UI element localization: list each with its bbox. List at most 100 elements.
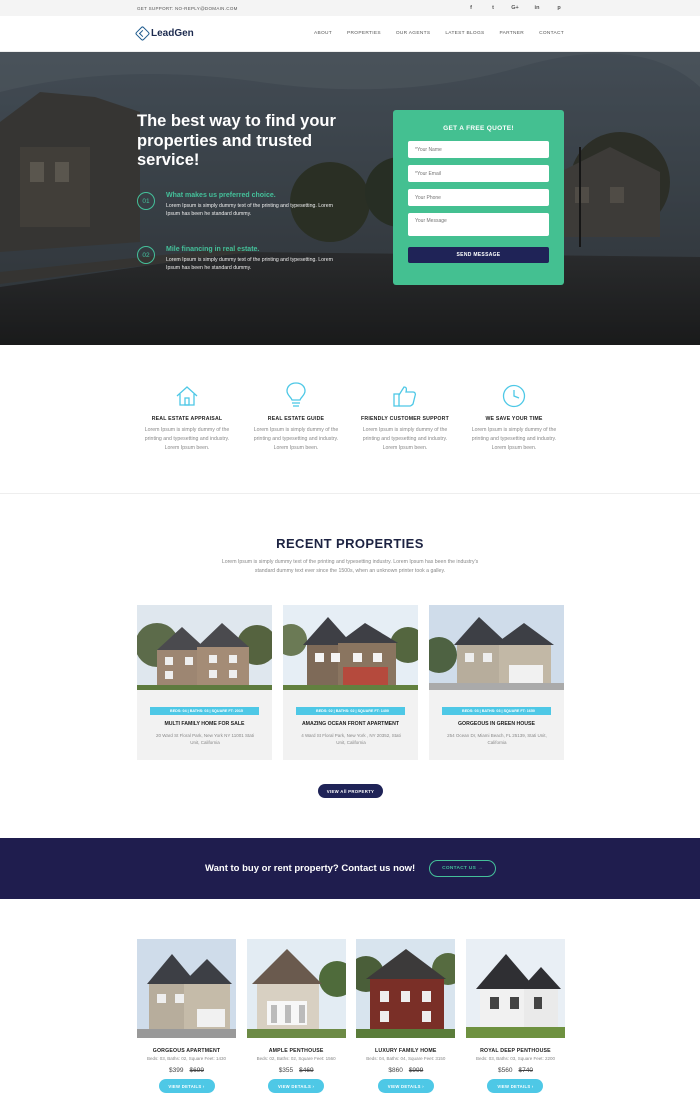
nav-item-our-agents[interactable]: OUR AGENTS	[396, 31, 430, 36]
property-image[interactable]	[283, 605, 418, 690]
hero-background-image	[0, 52, 700, 345]
listing-card: ROYAL DEEP PENTHOUSE Beds: 03, Baths: 03…	[465, 939, 565, 1093]
quote-form: GET A FREE QUOTE! SEND MESSAGE	[393, 110, 564, 285]
services-section: REAL ESTATE APPRAISAL Lorem Ipsum is sim…	[137, 378, 564, 453]
service-title: REAL ESTATE APPRAISAL	[151, 416, 223, 422]
nav-item-latest-blogs[interactable]: LATEST BLOGS	[445, 31, 484, 36]
view-details-button[interactable]: VIEW DETAILS ›	[268, 1079, 325, 1093]
linkedin-icon[interactable]: in	[533, 5, 541, 11]
feature-number: 02	[137, 246, 155, 264]
cta-text: Want to buy or rent property? Contact us…	[205, 863, 416, 874]
recent-properties-subtitle: Lorem Ipsum is simply dummy text of the …	[221, 559, 479, 574]
view-all-property-button[interactable]: VIEW All PROPERTY	[318, 784, 383, 798]
listing-details: Beds: 03, Baths: 03, Square Feet: 2200	[475, 1056, 555, 1061]
current-price: $560	[498, 1067, 513, 1074]
property-image[interactable]	[429, 605, 564, 690]
main-nav: LeadGen ABOUT PROPERTIES OUR AGENTS LATE…	[0, 16, 700, 52]
listing-details: Beds: 02, Baths: 02, Square Feet: 1560	[256, 1056, 336, 1061]
listing-card: GORGEOUS APARTMENT Beds: 03, Baths: 02, …	[137, 939, 236, 1093]
property-image[interactable]	[137, 605, 272, 690]
property-card[interactable]: BEDS: 03 | BATHS: 03 | SQUARE FT: 1650 G…	[429, 605, 564, 760]
service-title: WE SAVE YOUR TIME	[485, 416, 543, 422]
listing-title[interactable]: AMPLE PENTHOUSE	[247, 1048, 346, 1054]
logo-text: LeadGen	[151, 28, 194, 39]
google-plus-icon[interactable]: G+	[511, 5, 519, 11]
name-field[interactable]	[408, 141, 549, 158]
property-spec-bar: BEDS: 04 | BATHS: 03 | SQUARE FT: 2015	[150, 707, 259, 715]
message-field[interactable]	[408, 213, 549, 236]
service-item: REAL ESTATE GUIDE Lorem Ipsum is simply …	[246, 378, 346, 453]
listing-title[interactable]: GORGEOUS APARTMENT	[137, 1048, 236, 1054]
property-spec-bar: BEDS: 02 | BATHS: 02 | SQUARE FT: 1400	[296, 707, 405, 715]
support-email[interactable]: GET SUPPORT: NO-REPLY@DOMAIN.COM	[137, 6, 238, 11]
feature-title: What makes us preferred choice.	[166, 192, 276, 199]
featured-listings: GORGEOUS APARTMENT Beds: 03, Baths: 02, …	[137, 939, 565, 1093]
feature-description: Lorem Ipsum is simply dummy text of the …	[166, 203, 333, 217]
service-title: REAL ESTATE GUIDE	[267, 416, 325, 422]
thumbs-up-icon	[355, 378, 455, 408]
property-address: 4 Ward St Floral Park, New York , NY 203…	[301, 733, 401, 745]
service-description: Lorem Ipsum is simply dummy of the print…	[362, 427, 448, 451]
listing-details: Beds: 04, Baths: 04, Square Feet: 3150	[366, 1056, 446, 1061]
house-icon	[137, 378, 237, 408]
nav-item-properties[interactable]: PROPERTIES	[347, 31, 381, 36]
current-price: $860	[388, 1067, 403, 1074]
current-price: $355	[278, 1067, 294, 1074]
contact-us-button[interactable]: CONTACT US →	[429, 860, 496, 877]
listing-card: AMPLE PENTHOUSE Beds: 02, Baths: 02, Squ…	[246, 939, 346, 1093]
old-price: $699	[189, 1067, 204, 1074]
old-price: $469	[299, 1067, 314, 1074]
property-address: 20 Ward St Floral Park, New York NY 1100…	[156, 733, 254, 745]
service-title: FRIENDLY CUSTOMER SUPPORT	[361, 416, 449, 422]
property-title[interactable]: GORGEOUS IN GREEN HOUSE	[429, 721, 564, 727]
phone-field[interactable]	[408, 189, 549, 206]
social-links: f t G+ in p	[467, 5, 563, 11]
twitter-icon[interactable]: t	[489, 5, 497, 11]
hero-section: The best way to find your properties and…	[0, 52, 700, 345]
nav-item-contact[interactable]: CONTACT	[539, 31, 564, 36]
send-message-button[interactable]: SEND MESSAGE	[408, 247, 549, 263]
pinterest-icon[interactable]: p	[555, 5, 563, 11]
old-price: $999	[408, 1067, 424, 1074]
listing-price: $399 $699	[137, 1067, 236, 1074]
listing-details: Beds: 03, Baths: 02, Square Feet: 1430	[146, 1056, 227, 1061]
current-price: $399	[169, 1067, 184, 1074]
view-details-button[interactable]: VIEW DETAILS ›	[158, 1079, 215, 1093]
service-description: Lorem Ipsum is simply dummy of the print…	[144, 427, 230, 451]
listing-price: $860 $999	[356, 1067, 455, 1074]
logo[interactable]: LeadGen	[134, 25, 194, 42]
property-card[interactable]: BEDS: 02 | BATHS: 02 | SQUARE FT: 1400 A…	[283, 605, 418, 760]
listing-image[interactable]	[137, 939, 236, 1038]
service-item: WE SAVE YOUR TIME Lorem Ipsum is simply …	[464, 378, 564, 453]
top-bar: GET SUPPORT: NO-REPLY@DOMAIN.COM f t G+ …	[0, 0, 700, 16]
property-title[interactable]: AMAZING OCEAN FRONT APARTMENT	[283, 721, 418, 727]
listing-image[interactable]	[465, 939, 565, 1038]
feature-number: 01	[137, 192, 155, 210]
service-item: FRIENDLY CUSTOMER SUPPORT Lorem Ipsum is…	[355, 378, 455, 453]
nav-item-about[interactable]: ABOUT	[314, 31, 332, 36]
property-card[interactable]: BEDS: 04 | BATHS: 03 | SQUARE FT: 2015 M…	[137, 605, 272, 760]
listing-title[interactable]: LUXURY FAMILY HOME	[356, 1048, 455, 1054]
listing-image[interactable]	[356, 939, 456, 1038]
feature-description: Lorem Ipsum is simply dummy text of the …	[166, 257, 333, 271]
view-details-button[interactable]: VIEW DETAILS ›	[377, 1079, 434, 1093]
service-description: Lorem Ipsum is simply dummy of the print…	[253, 427, 339, 451]
listing-title[interactable]: ROYAL DEEP PENTHOUSE	[466, 1048, 565, 1054]
section-divider	[0, 493, 700, 494]
listing-price: $560 $740	[466, 1067, 565, 1074]
property-title[interactable]: MULTI FAMILY HOME FOR SALE	[137, 721, 272, 727]
lightbulb-icon	[246, 378, 346, 408]
quote-form-title: GET A FREE QUOTE!	[443, 125, 514, 132]
feature-title: Mile financing in real estate.	[166, 246, 260, 253]
facebook-icon[interactable]: f	[467, 5, 475, 11]
listing-image[interactable]	[246, 939, 346, 1038]
recent-properties-title: RECENT PROPERTIES	[276, 536, 424, 551]
email-field[interactable]	[408, 165, 549, 182]
nav-item-partner[interactable]: PARTNER	[499, 31, 524, 36]
listing-card: LUXURY FAMILY HOME Beds: 04, Baths: 04, …	[356, 939, 456, 1093]
service-item: REAL ESTATE APPRAISAL Lorem Ipsum is sim…	[137, 378, 237, 453]
old-price: $740	[518, 1067, 533, 1074]
logo-icon	[134, 25, 151, 42]
hero-title: The best way to find your properties and…	[137, 112, 336, 169]
view-details-button[interactable]: VIEW DETAILS ›	[487, 1079, 544, 1093]
